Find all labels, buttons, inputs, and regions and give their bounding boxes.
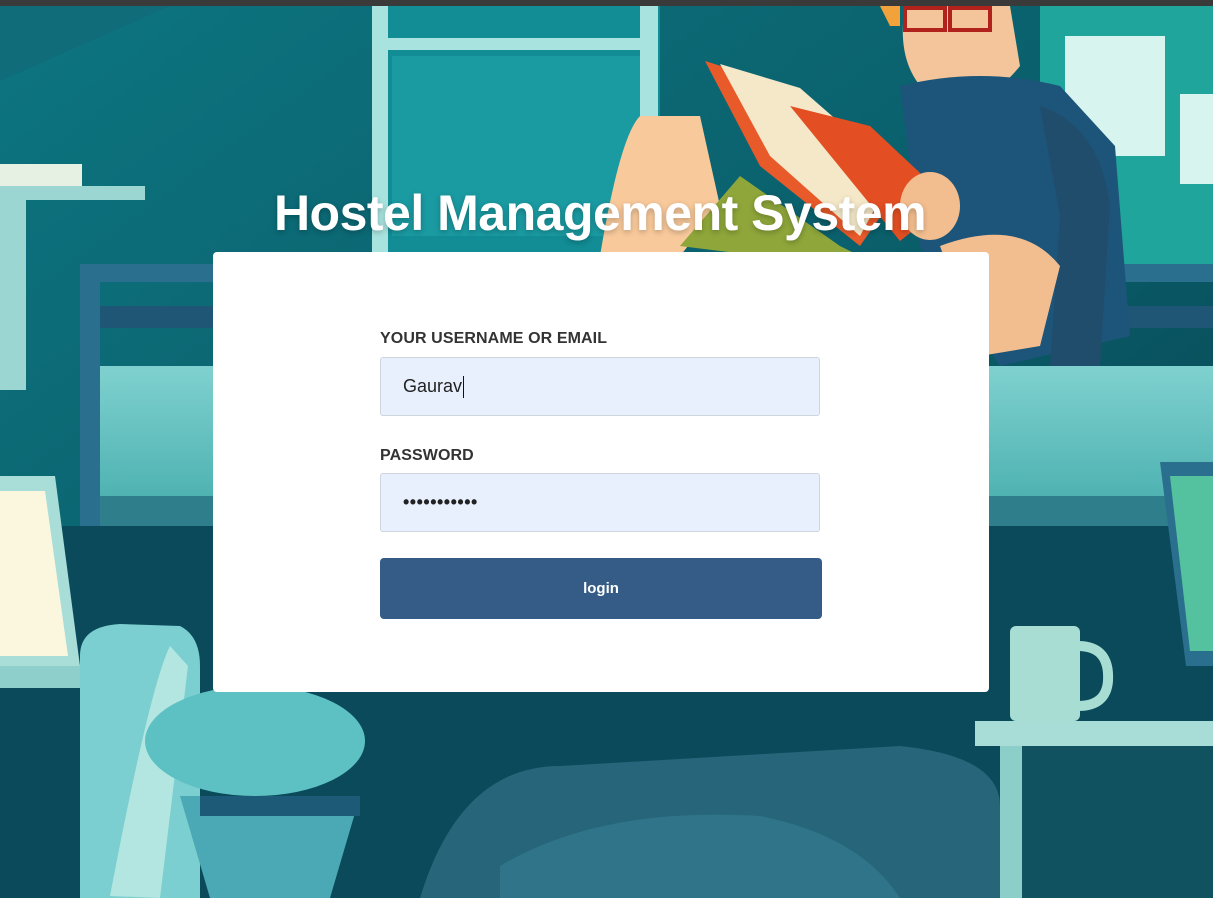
login-card: YOUR USERNAME OR EMAIL Gaurav PASSWORD •… [213,252,989,692]
username-value: Gaurav [403,376,463,396]
password-label: PASSWORD [380,447,474,464]
username-input[interactable]: Gaurav [380,357,820,416]
page-title: Hostel Management System [273,185,927,241]
username-label: YOUR USERNAME OR EMAIL [380,330,608,347]
password-mask: ••••••••••• [403,492,478,512]
browser-top-strip [0,0,1213,6]
login-button[interactable]: login [380,558,822,619]
text-caret [463,375,465,398]
password-input[interactable]: ••••••••••• [380,473,820,532]
